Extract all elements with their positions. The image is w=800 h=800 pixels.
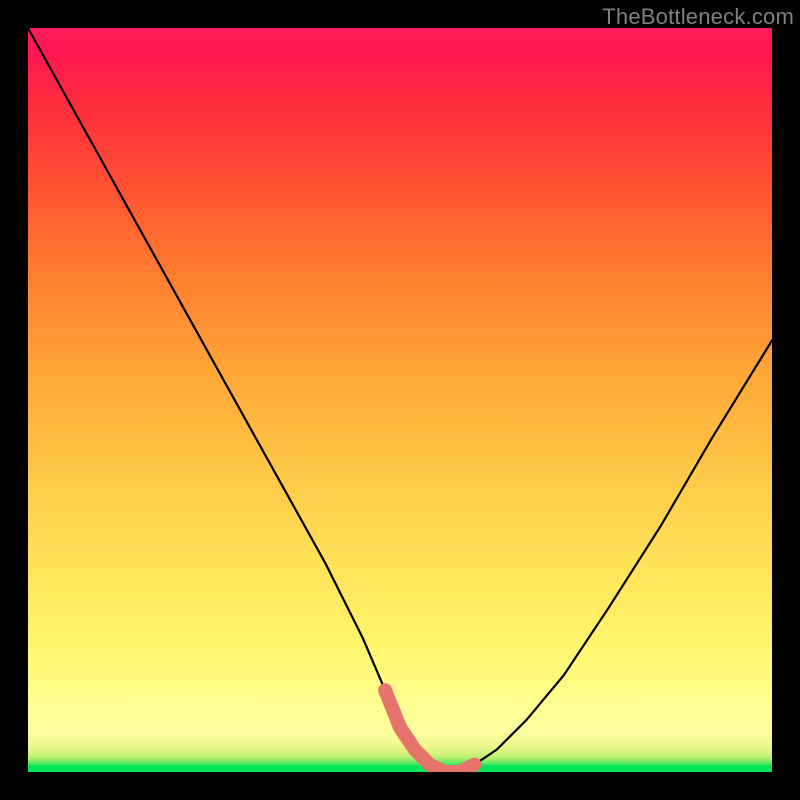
curve-layer [28,28,772,772]
chart-frame: TheBottleneck.com [0,0,800,800]
highlight-segment [385,690,474,772]
plot-area [28,28,772,772]
bottleneck-curve [28,28,772,772]
watermark-text: TheBottleneck.com [602,4,794,30]
